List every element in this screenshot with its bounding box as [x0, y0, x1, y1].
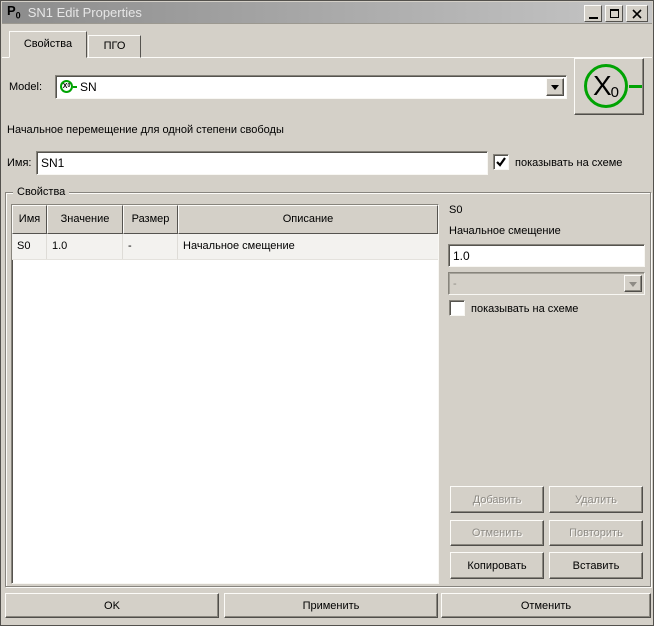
column-header-size[interactable]: Размер [123, 205, 178, 234]
tab-properties[interactable]: Свойства [9, 31, 87, 58]
selected-property-name: S0 [449, 204, 462, 216]
cancel-button[interactable]: Отменить [441, 593, 651, 618]
element-description: Начальное перемещение для одной степени … [7, 124, 284, 136]
symbol-terminal-line [629, 85, 642, 88]
maximize-icon [610, 9, 619, 18]
unit-value: - [453, 278, 457, 290]
column-header-value[interactable]: Значение [47, 205, 123, 234]
model-dropdown-button[interactable] [546, 78, 564, 96]
copy-button[interactable]: Копировать [450, 552, 544, 579]
table-header-row: Имя Значение Размер Описание [12, 205, 438, 234]
property-value-input[interactable] [448, 244, 645, 267]
minimize-button[interactable] [584, 5, 602, 22]
x0-element-symbol-icon: X0 [584, 64, 628, 108]
apply-button[interactable]: Применить [224, 593, 438, 618]
show-property-label: показывать на схеме [471, 303, 578, 315]
app-icon: P0 [7, 4, 21, 21]
title-bar: P0 SN1 Edit Properties [2, 2, 652, 24]
cell-value: 1.0 [47, 234, 123, 259]
show-property-checkbox[interactable] [449, 300, 465, 316]
delete-button: Удалить [549, 486, 643, 513]
tab-pgo[interactable]: ПГО [88, 35, 141, 58]
model-label: Model: [9, 81, 42, 93]
cell-description: Начальное смещение [178, 234, 438, 259]
table-row[interactable]: S0 1.0 - Начальное смещение [12, 234, 438, 260]
cell-size: - [123, 234, 178, 259]
groupbox-title: Свойства [13, 186, 69, 198]
redo-button: Повторить [549, 520, 643, 546]
maximize-button[interactable] [605, 5, 623, 22]
close-button[interactable] [626, 5, 648, 22]
properties-table: Имя Значение Размер Описание S0 1.0 - На… [11, 204, 439, 584]
minimize-icon [589, 17, 598, 19]
ok-button[interactable]: OK [5, 593, 219, 618]
model-value: SN [80, 80, 97, 94]
model-symbol-preview: X0 [574, 58, 644, 115]
window-title: SN1 Edit Properties [28, 5, 142, 20]
show-on-scheme-label: показывать на схеме [515, 157, 622, 169]
properties-groupbox: Свойства Имя Значение Размер Описание S0… [5, 192, 651, 587]
window-controls [584, 5, 648, 22]
name-input[interactable] [36, 151, 488, 175]
chevron-down-icon [551, 85, 559, 94]
add-button: Добавить [450, 486, 544, 513]
column-header-name[interactable]: Имя [12, 205, 47, 234]
cell-name: S0 [12, 234, 47, 259]
edit-properties-dialog: P0 SN1 Edit Properties Свойства ПГО Mode… [0, 0, 654, 626]
paste-button[interactable]: Вставить [549, 552, 643, 579]
unit-combobox-disabled: - [448, 272, 645, 295]
unit-dropdown-button [624, 275, 642, 292]
close-icon [632, 9, 642, 19]
model-combobox[interactable]: X0 SN [55, 75, 567, 99]
selected-property-description: Начальное смещение [449, 225, 561, 237]
name-label: Имя: [7, 157, 31, 169]
check-icon [495, 156, 507, 168]
undo-button: Отменить [450, 520, 544, 546]
column-header-description[interactable]: Описание [178, 205, 438, 234]
x0-element-symbol-mini-icon: X0 [60, 80, 74, 94]
show-on-scheme-checkbox[interactable] [493, 154, 509, 170]
chevron-down-icon [629, 282, 637, 291]
